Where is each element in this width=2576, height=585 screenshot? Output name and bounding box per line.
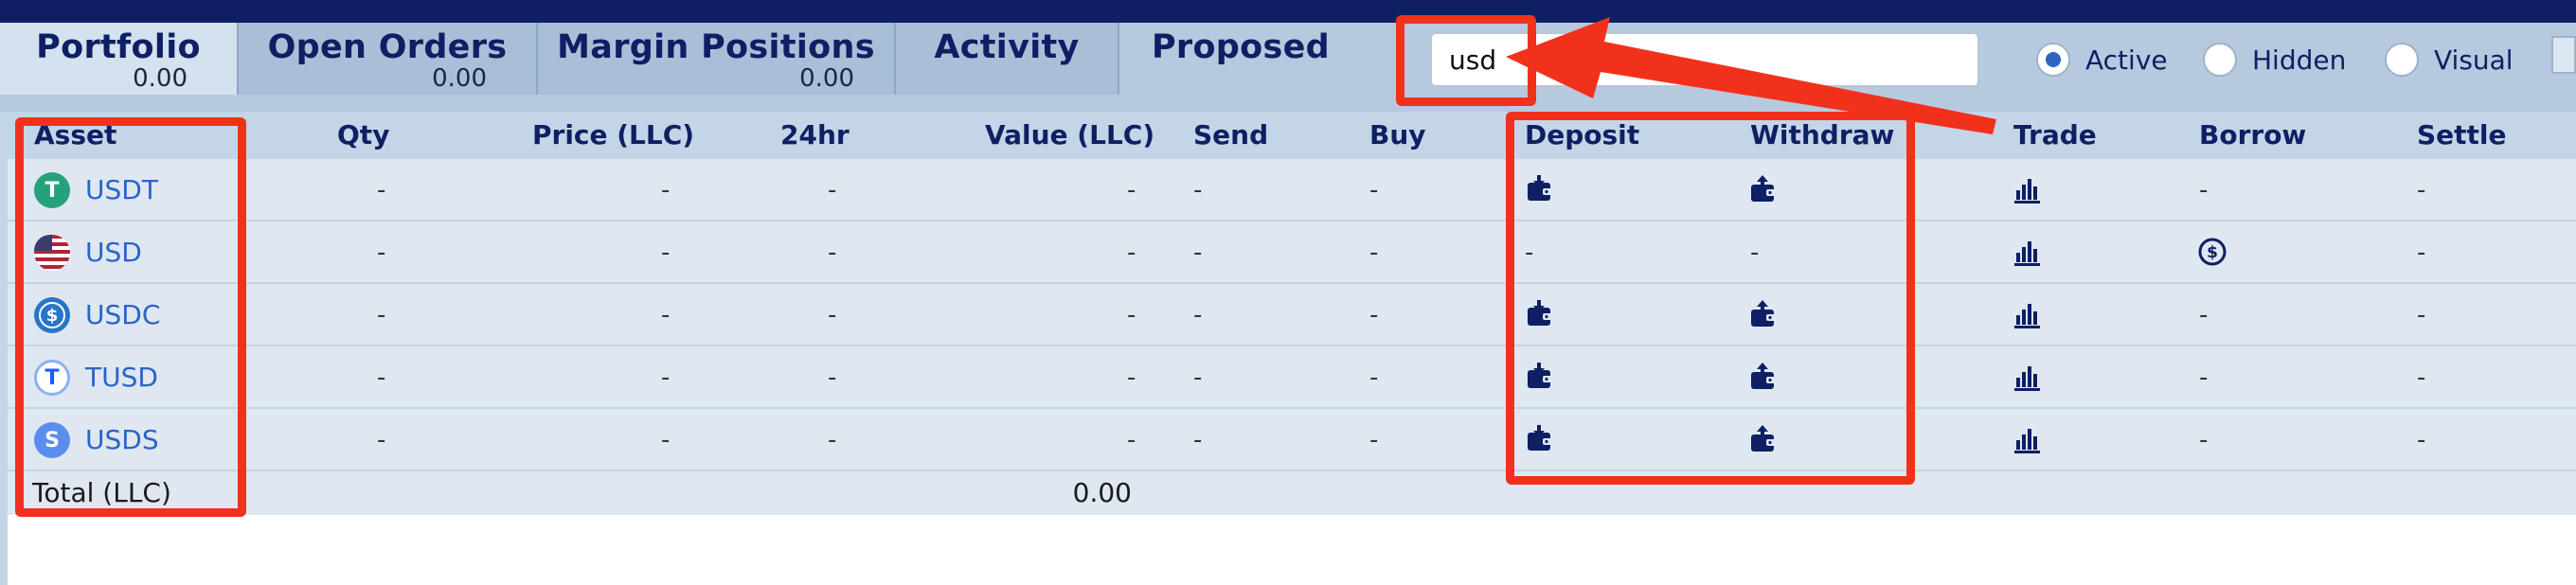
24hr-value: - <box>828 363 837 392</box>
filter-active[interactable]: Active <box>2036 32 2168 87</box>
portfolio-page: Portfolio 0.00 Open Orders 0.00 Margin P… <box>0 0 2576 585</box>
borrow-value: - <box>2199 426 2209 454</box>
borrow-value: - <box>2199 301 2209 329</box>
filter-visual-radio[interactable] <box>2385 43 2419 77</box>
settings-toggle[interactable] <box>2551 36 2576 74</box>
annotation-asset-box <box>15 117 246 517</box>
price-value: - <box>661 363 671 392</box>
qty-value: - <box>377 176 386 204</box>
col-buy: Buy <box>1369 119 1426 151</box>
24hr-value: - <box>828 239 837 267</box>
value-llc: - <box>1127 301 1136 329</box>
send-value: - <box>1193 426 1203 454</box>
col-price[interactable]: Price (LLC) <box>532 112 694 159</box>
tab-portfolio-label: Portfolio <box>36 28 201 66</box>
trade-chart-icon[interactable] <box>2012 362 2044 394</box>
tab-margin-positions-count: 0.00 <box>799 64 854 93</box>
trade-chart-icon[interactable] <box>2012 174 2044 206</box>
price-value: - <box>661 301 671 329</box>
borrow-value: - <box>2199 176 2209 204</box>
filter-visual-label: Visual <box>2434 44 2513 76</box>
send-value: - <box>1193 301 1203 329</box>
total-row <box>0 471 2576 515</box>
table-row: USD - - - - - - - - $ - <box>0 222 2576 284</box>
24hr-value: - <box>828 426 837 454</box>
buy-value: - <box>1369 239 1379 267</box>
value-llc: - <box>1127 239 1136 267</box>
table-row: S USDS - - - - - - - - <box>0 409 2576 471</box>
top-bar <box>0 0 2576 23</box>
filter-visual[interactable]: Visual <box>2385 32 2513 87</box>
qty-value: - <box>377 426 386 454</box>
tab-open-orders[interactable]: Open Orders 0.00 <box>239 23 538 95</box>
qty-value: - <box>377 301 386 329</box>
borrow-dollar-icon[interactable]: $ <box>2197 237 2229 269</box>
tab-portfolio[interactable]: Portfolio 0.00 <box>0 23 239 95</box>
tab-margin-positions-label: Margin Positions <box>557 28 875 66</box>
buy-value: - <box>1369 176 1379 204</box>
filter-active-radio[interactable] <box>2036 43 2070 77</box>
table-row: $ USDC - - - - - - - - <box>0 284 2576 346</box>
value-llc: - <box>1127 426 1136 454</box>
filter-hidden-radio[interactable] <box>2203 43 2237 77</box>
col-trade: Trade <box>2013 119 2097 151</box>
col-value[interactable]: Value (LLC) <box>985 112 1154 159</box>
value-llc: - <box>1127 176 1136 204</box>
send-value: - <box>1193 176 1203 204</box>
settle-value: - <box>2417 426 2426 454</box>
tab-open-orders-count: 0.00 <box>432 64 487 93</box>
svg-text:$: $ <box>2207 243 2218 262</box>
filter-hidden-label: Hidden <box>2252 44 2347 76</box>
col-send: Send <box>1193 119 1269 151</box>
filter-active-label: Active <box>2085 44 2168 76</box>
col-qty[interactable]: Qty <box>337 112 389 159</box>
qty-value: - <box>377 239 386 267</box>
tab-open-orders-label: Open Orders <box>267 28 508 66</box>
24hr-value: - <box>828 176 837 204</box>
settle-value: - <box>2417 301 2426 329</box>
settle-value: - <box>2417 239 2426 267</box>
col-24hr[interactable]: 24hr <box>780 112 850 159</box>
settle-value: - <box>2417 363 2426 392</box>
trade-chart-icon[interactable] <box>2012 237 2044 269</box>
send-value: - <box>1193 239 1203 267</box>
24hr-value: - <box>828 301 837 329</box>
price-value: - <box>661 239 671 267</box>
tab-proposed[interactable]: Proposed <box>1119 23 1362 95</box>
filter-hidden[interactable]: Hidden <box>2203 32 2346 87</box>
tab-portfolio-count: 0.00 <box>133 64 188 93</box>
col-borrow: Borrow <box>2199 119 2307 151</box>
qty-value: - <box>377 363 386 392</box>
borrow-value: - <box>2199 363 2209 392</box>
tab-activity-label: Activity <box>934 28 1080 66</box>
left-edge-strip <box>0 112 8 585</box>
table-row: T USDT - - - - - - - - <box>0 159 2576 222</box>
trade-chart-icon[interactable] <box>2012 299 2044 331</box>
table-row: T TUSD - - - - - - - - <box>0 346 2576 409</box>
tab-activity[interactable]: Activity <box>896 23 1119 95</box>
buy-value: - <box>1369 426 1379 454</box>
send-value: - <box>1193 363 1203 392</box>
price-value: - <box>661 176 671 204</box>
settle-value: - <box>2417 176 2426 204</box>
tab-margin-positions[interactable]: Margin Positions 0.00 <box>538 23 896 95</box>
buy-value: - <box>1369 363 1379 392</box>
annotation-search-box <box>1396 15 1536 106</box>
price-value: - <box>661 426 671 454</box>
annotation-deposit-withdraw-box <box>1506 112 1915 485</box>
total-value: 0.00 <box>1072 477 1132 508</box>
tab-proposed-label: Proposed <box>1151 28 1331 66</box>
buy-value: - <box>1369 301 1379 329</box>
trade-chart-icon[interactable] <box>2012 424 2044 456</box>
value-llc: - <box>1127 363 1136 392</box>
col-settle: Settle <box>2417 119 2507 151</box>
